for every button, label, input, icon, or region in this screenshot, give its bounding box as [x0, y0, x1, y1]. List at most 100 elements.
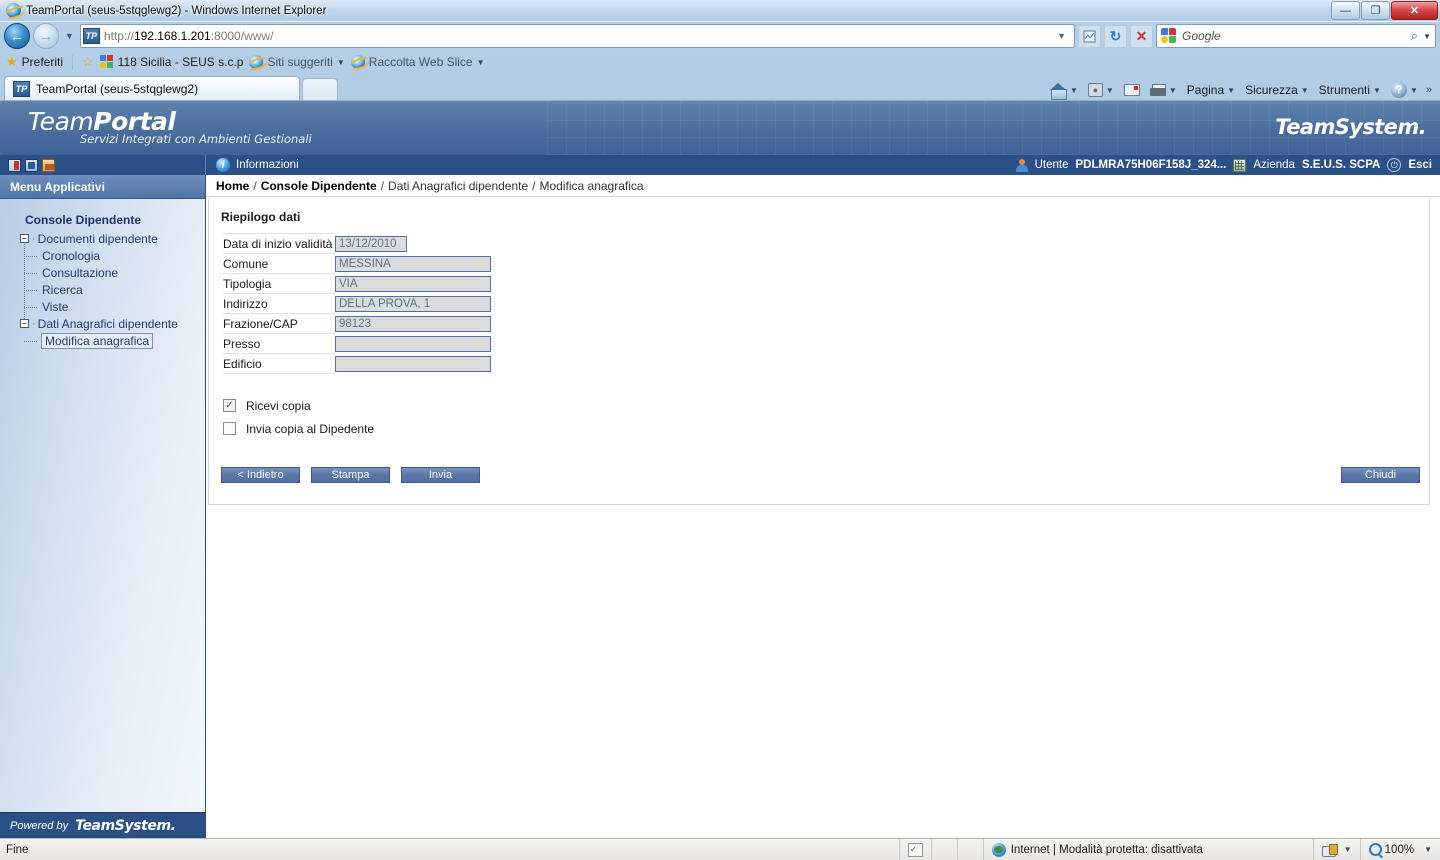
maximize-button[interactable]: ❐ — [1361, 1, 1390, 20]
favorite-label: Raccolta Web Slice — [368, 55, 473, 69]
indietro-button[interactable]: < Indietro — [221, 467, 300, 483]
tab-teamportal[interactable]: TP TeamPortal (seus-5stqglewg2) — [4, 76, 300, 100]
page-body: Menu Applicativi Console Dipendente − · … — [0, 175, 1440, 838]
google-icon — [1161, 28, 1177, 44]
sidebar-tree: Console Dipendente − · Documenti dipende… — [0, 199, 205, 812]
invia-button[interactable]: Invia — [401, 467, 480, 483]
forward-button[interactable]: → — [33, 23, 59, 49]
breadcrumb-item-console-dipendente[interactable]: Console Dipendente — [261, 179, 377, 193]
sidebar-header: Menu Applicativi — [0, 175, 205, 199]
chevron-down-icon[interactable]: ▼ — [1344, 845, 1352, 854]
sidebar-item-consultazione[interactable]: Consultazione — [0, 264, 205, 281]
collapse-expander-icon[interactable]: − — [20, 319, 29, 328]
field-comune[interactable]: MESSINA — [335, 255, 491, 272]
sidebar-item-viste[interactable]: Viste — [0, 298, 205, 315]
favorite-item-raccolta-web-slice[interactable]: Raccolta Web Slice ▼ — [350, 55, 485, 69]
field-frazione-cap[interactable]: 98123 — [335, 315, 491, 332]
checkbox-ricevi-copia[interactable]: ✓ — [223, 399, 236, 412]
sidebar-item-modifica-anagrafica[interactable]: Modifica anagrafica — [0, 332, 205, 349]
collapse-expander-icon[interactable]: − — [20, 234, 29, 243]
compatibility-view-icon[interactable] — [1078, 24, 1101, 48]
home-button[interactable]: ▼ — [1046, 81, 1082, 100]
search-input[interactable]: Google — [1182, 29, 1221, 43]
field-indirizzo[interactable]: DELLA PROVA, 1 — [335, 295, 491, 312]
security-zone-segment[interactable]: Internet | Modalità protetta: disattivat… — [982, 839, 1313, 860]
checkbox-group: ✓ Ricevi copia Invia copia al Dipedente — [223, 394, 1429, 440]
sidebar-item-dati-anagrafici-dipendente[interactable]: − · Dati Anagrafici dipendente — [0, 315, 205, 332]
privacy-segment[interactable]: ▼ — [1312, 839, 1360, 860]
status-message: Fine — [6, 843, 29, 856]
informazioni-group[interactable]: i Informazioni — [206, 158, 299, 172]
print-button[interactable]: ▼ — [1146, 82, 1181, 99]
teamportal-banner: TeamPortal Servizi Integrati con Ambient… — [0, 101, 1440, 155]
address-input[interactable]: TP http://192.168.1.201:8000/www/ ▼ — [79, 24, 1075, 48]
logo-tagline: Servizi Integrati con Ambienti Gestional… — [80, 132, 312, 146]
user-icon — [1015, 158, 1028, 172]
favorite-item-siti-suggeriti[interactable]: Siti suggeriti ▼ — [249, 55, 345, 69]
help-button[interactable]: ? ▼ — [1387, 80, 1422, 100]
feeds-button[interactable]: ● ▼ — [1084, 81, 1118, 99]
zoom-segment[interactable]: 100% ▼ — [1359, 839, 1440, 860]
refresh-button[interactable]: ↻ — [1104, 24, 1127, 48]
close-window-button[interactable]: ✕ — [1391, 1, 1438, 20]
stop-icon: ✕ — [1135, 27, 1148, 44]
utility-bar: i Informazioni Utente PDLMRA75H06F158J_3… — [0, 155, 1440, 175]
sidebar-item-label: Ricerca — [42, 282, 83, 297]
field-presso[interactable] — [335, 335, 491, 352]
address-dropdown-icon[interactable]: ▼ — [1051, 31, 1072, 41]
stop-button[interactable]: ✕ — [1130, 24, 1153, 48]
company-value: S.E.U.S. SCPA — [1301, 159, 1381, 171]
menu-strumenti[interactable]: Strumenti ▼ — [1315, 81, 1385, 99]
search-provider-dropdown-icon[interactable]: ▼ — [1423, 32, 1431, 41]
field-tipologia[interactable]: VIA — [335, 275, 491, 292]
add-to-favorites-icon[interactable]: ☆ — [82, 54, 94, 70]
sidebar-item-cronologia[interactable]: Cronologia — [0, 247, 205, 264]
field-data-inizio-validita[interactable]: 13/12/2010 — [335, 235, 407, 252]
form-row-presso: Presso — [223, 333, 1429, 354]
recent-pages-dropdown[interactable]: ▼ — [62, 31, 77, 41]
chevron-down-icon[interactable]: ▼ — [1424, 845, 1432, 854]
exit-door-icon[interactable] — [8, 158, 21, 172]
sidebar-item-label: Viste — [42, 299, 69, 314]
home-icon[interactable] — [42, 158, 55, 172]
search-go-icon[interactable]: ⌕ — [1411, 28, 1418, 44]
power-icon[interactable]: ⏻ — [1387, 158, 1402, 172]
search-box[interactable]: Google ⌕ ▼ — [1156, 24, 1436, 48]
utility-icons-group — [0, 155, 206, 175]
sidebar-item-documenti-dipendente[interactable]: − · Documenti dipendente — [0, 230, 205, 247]
favorites-bar: ★ Preferiti ☆ 118 Sicilia - SEUS s.c.p S… — [0, 50, 1440, 74]
command-bar-overflow-icon[interactable]: » — [1424, 84, 1434, 96]
ie-icon — [249, 55, 264, 69]
favorite-item-118-sicilia[interactable]: 118 Sicilia - SEUS s.c.p — [99, 55, 243, 69]
compatibility-status-icon[interactable] — [907, 842, 923, 857]
stampa-button[interactable]: Stampa — [311, 467, 390, 483]
checkbox-invia-copia-al-dipedente[interactable] — [223, 422, 236, 435]
breadcrumb-separator: / — [380, 178, 385, 193]
breadcrumb-item-dati-anagrafici[interactable]: Dati Anagrafici dipendente — [388, 179, 528, 193]
new-tab-button[interactable] — [302, 78, 338, 100]
chevron-down-icon: ▼ — [1300, 85, 1309, 95]
status-segment — [930, 839, 957, 860]
menu-pagina[interactable]: Pagina ▼ — [1183, 81, 1239, 99]
back-button[interactable]: ← — [4, 23, 30, 49]
tree-branch — [24, 340, 38, 342]
breadcrumb-item-home[interactable]: Home — [216, 179, 249, 193]
command-bar: ▼ ● ▼ ▼ Pagina ▼ Sicurezza ▼ Strumenti ▼… — [1046, 80, 1440, 100]
main-content: Home / Console Dipendente / Dati Anagraf… — [206, 175, 1440, 838]
form-row-indirizzo: Indirizzo DELLA PROVA, 1 — [223, 293, 1429, 314]
tree-branch — [24, 255, 38, 257]
favorites-button[interactable]: ★ Preferiti — [6, 54, 63, 70]
chevron-down-icon: ▼ — [1105, 85, 1114, 95]
chiudi-button[interactable]: Chiudi — [1341, 467, 1420, 483]
tree-root-label: Console Dipendente — [25, 213, 142, 227]
menu-sicurezza[interactable]: Sicurezza ▼ — [1241, 81, 1313, 99]
sidebar-item-ricerca[interactable]: Ricerca — [0, 281, 205, 298]
minimize-button[interactable]: — — [1331, 1, 1360, 20]
mail-button[interactable] — [1120, 82, 1144, 98]
privacy-report-icon — [1321, 843, 1338, 857]
title-bar: TeamPortal (seus-5stqglewg2) - Windows I… — [0, 0, 1440, 22]
logout-link[interactable]: Esci — [1408, 159, 1432, 171]
zoom-level-label: 100% — [1384, 843, 1415, 856]
field-edificio[interactable] — [335, 355, 491, 372]
back-arrow-icon[interactable] — [25, 158, 38, 172]
